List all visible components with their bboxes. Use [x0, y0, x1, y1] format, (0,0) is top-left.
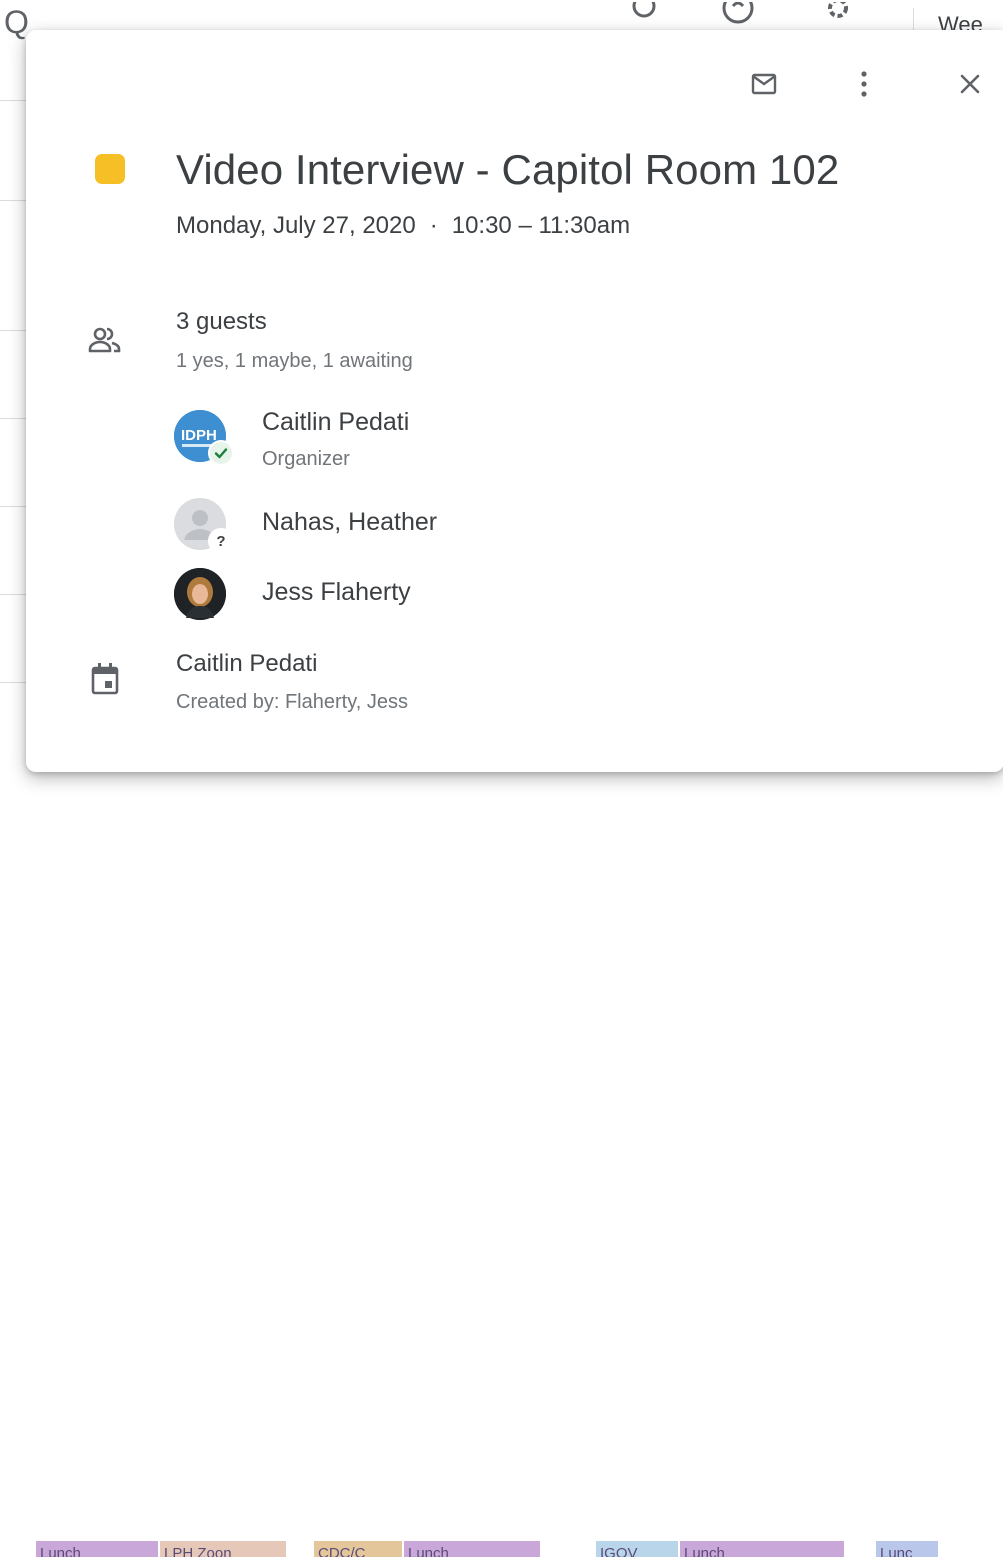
- avatar: [174, 568, 226, 620]
- more-options-button[interactable]: [844, 66, 884, 106]
- grid-line: [0, 682, 26, 683]
- calendar-name: Caitlin Pedati: [176, 650, 318, 677]
- calendar-icon: [90, 662, 120, 701]
- created-by: Created by: Flaherty, Jess: [176, 691, 408, 713]
- maybe-badge: ?: [208, 528, 234, 554]
- guest-row[interactable]: Jess Flaherty: [174, 568, 674, 624]
- profile-photo: [174, 568, 226, 620]
- grid-line: [0, 506, 26, 507]
- accepted-badge: [208, 440, 234, 466]
- email-guests-button[interactable]: [744, 66, 784, 106]
- avatar-logo-text: IDPH: [181, 427, 217, 444]
- datetime-separator: ·: [429, 212, 438, 239]
- search-icon[interactable]: [626, 0, 662, 32]
- event-chip[interactable]: LPH Zoon: [160, 1541, 286, 1557]
- guest-response-summary: 1 yes, 1 maybe, 1 awaiting: [176, 350, 413, 372]
- event-date: Monday, July 27, 2020: [176, 212, 416, 239]
- grid-line: [0, 418, 26, 419]
- event-chip[interactable]: Lunch: [680, 1541, 844, 1557]
- event-chip[interactable]: Lunch: [404, 1541, 540, 1557]
- guest-name: Caitlin Pedati: [262, 408, 410, 436]
- avatar: IDPH: [174, 410, 234, 466]
- event-chip[interactable]: IGOV: [596, 1541, 678, 1557]
- guest-name: Nahas, Heather: [262, 508, 438, 536]
- event-details-dialog: Video Interview - Capitol Room 102 Monda…: [26, 30, 1003, 772]
- settings-icon[interactable]: [818, 0, 854, 32]
- close-icon: [959, 73, 981, 100]
- guest-name: Jess Flaherty: [262, 578, 411, 606]
- event-chip[interactable]: Lunch: [36, 1541, 158, 1557]
- event-color-indicator: [95, 154, 125, 184]
- grid-line: [0, 200, 26, 201]
- question-icon: ?: [216, 532, 226, 550]
- people-icon: [88, 324, 122, 363]
- guest-count: 3 guests: [176, 308, 267, 335]
- guest-row[interactable]: IDPH Caitlin Pedati Organizer: [174, 408, 674, 470]
- guest-role: Organizer: [262, 448, 350, 470]
- event-chip[interactable]: Lunc: [876, 1541, 938, 1557]
- more-vert-icon: [860, 70, 868, 102]
- grid-line: [0, 100, 26, 101]
- event-datetime: Monday, July 27, 2020 · 10:30 – 11:30am: [176, 212, 630, 240]
- guest-row[interactable]: ? Nahas, Heather: [174, 498, 674, 554]
- grid-line: [0, 330, 26, 331]
- event-title: Video Interview - Capitol Room 102: [176, 146, 840, 193]
- check-icon: [214, 448, 228, 459]
- close-button[interactable]: [950, 66, 990, 106]
- help-icon[interactable]: [718, 0, 754, 32]
- grid-line: [0, 594, 26, 595]
- event-chip[interactable]: CDC/C: [314, 1541, 402, 1557]
- avatar: ?: [174, 498, 234, 554]
- email-icon: [751, 73, 777, 100]
- header-logo-fragment: Q: [4, 4, 29, 40]
- event-time: 10:30 – 11:30am: [451, 212, 631, 239]
- dialog-actions: [744, 66, 1003, 102]
